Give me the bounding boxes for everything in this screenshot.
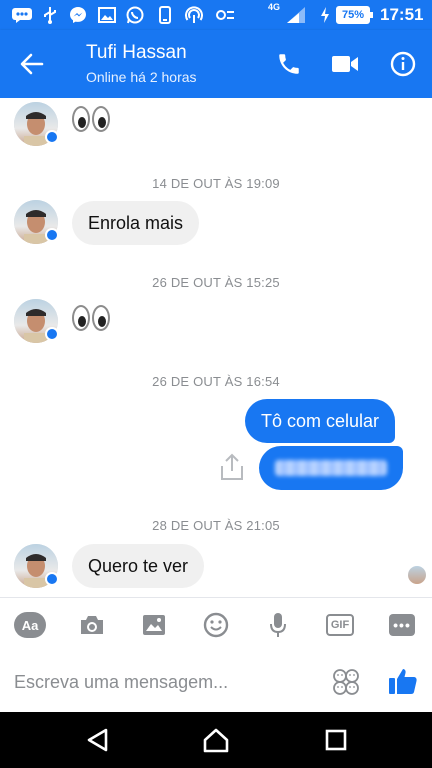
redacted-content (275, 460, 387, 476)
timestamp: 26 DE OUT ÀS 16:54 (152, 374, 280, 389)
video-camera-icon (332, 56, 358, 72)
text-format-button[interactable]: Aa (14, 610, 46, 640)
avatar[interactable] (14, 544, 59, 588)
timestamp: 28 DE OUT ÀS 21:05 (152, 518, 280, 533)
call-button[interactable] (274, 49, 304, 79)
clock: 17:51 (380, 5, 424, 24)
info-button[interactable] (388, 49, 418, 79)
smiley-icon (203, 612, 229, 638)
outgoing-message-bubble[interactable]: Tô com celular (245, 399, 396, 443)
info-icon (390, 51, 416, 77)
seen-indicator-avatar (408, 566, 426, 584)
contact-name[interactable]: Tufi Hassan (86, 42, 187, 64)
stickers-icon[interactable] (332, 668, 360, 696)
emoji-button[interactable] (200, 610, 232, 640)
home-nav-icon[interactable] (202, 726, 230, 754)
like-thumbs-up-icon[interactable] (388, 666, 418, 696)
back-nav-icon[interactable] (84, 726, 112, 754)
system-navigation-bar (0, 712, 432, 768)
video-call-button[interactable] (330, 49, 360, 79)
usb-icon (40, 6, 60, 24)
messenger-badge-icon (45, 572, 59, 586)
avatar[interactable] (14, 200, 59, 244)
recents-nav-icon[interactable] (322, 726, 350, 754)
eye-icon (72, 305, 90, 331)
eye-icon (72, 106, 90, 132)
signal-strength-icon (284, 6, 308, 24)
message-input[interactable]: Escreva uma mensagem... (14, 672, 228, 693)
phone-device-icon (156, 6, 174, 24)
hotspot-icon (184, 6, 204, 24)
messenger-badge-icon (45, 228, 59, 242)
avatar[interactable] (14, 299, 59, 343)
charging-icon (318, 6, 332, 24)
outgoing-link-bubble[interactable] (259, 446, 403, 490)
network-type-label: 4G (268, 2, 281, 12)
contact-status: Online há 2 horas (86, 69, 197, 85)
phone-icon (279, 54, 299, 74)
messenger-badge-icon (45, 130, 59, 144)
messenger-notification-icon (68, 6, 88, 24)
incoming-message-bubble[interactable]: Quero te ver (72, 544, 205, 588)
composer-toolbar: Aa GIF ••• (0, 597, 432, 652)
eye-icon (92, 305, 110, 331)
eyes-emoji-message[interactable] (72, 305, 110, 331)
conversation-header: Tufi Hassan Online há 2 horas (0, 30, 432, 98)
gallery-button[interactable] (138, 610, 170, 640)
timestamp: 14 DE OUT ÀS 19:09 (152, 176, 280, 191)
gallery-notification-icon (96, 6, 118, 24)
messenger-badge-icon (45, 327, 59, 341)
share-icon[interactable] (218, 452, 246, 482)
more-options-label: ••• (389, 614, 415, 636)
incoming-message-bubble[interactable]: Enrola mais (72, 201, 200, 245)
avatar[interactable] (14, 102, 59, 146)
message-list[interactable]: 14 DE OUT ÀS 19:09 Enrola mais 26 DE OUT… (0, 98, 432, 597)
compose-bar: Escreva uma mensagem... (0, 652, 432, 712)
image-icon (143, 615, 165, 635)
status-bar: 4G 75% 17:51 (0, 0, 432, 30)
microphone-icon (270, 613, 286, 637)
gif-button[interactable]: GIF (324, 610, 356, 640)
voice-message-button[interactable] (262, 610, 294, 640)
camera-button[interactable] (76, 610, 108, 640)
gif-label: GIF (326, 614, 354, 636)
chat-notification-icon (10, 6, 34, 24)
settings-toggle-icon (214, 6, 236, 24)
more-options-button[interactable]: ••• (386, 610, 418, 640)
back-arrow-icon[interactable] (18, 50, 46, 78)
eyes-emoji-message[interactable] (72, 106, 110, 132)
text-format-label: Aa (14, 612, 46, 638)
camera-icon (81, 616, 103, 634)
whatsapp-icon (124, 6, 146, 24)
battery-level: 75% (336, 6, 373, 24)
timestamp: 26 DE OUT ÀS 15:25 (152, 275, 280, 290)
eye-icon (92, 106, 110, 132)
